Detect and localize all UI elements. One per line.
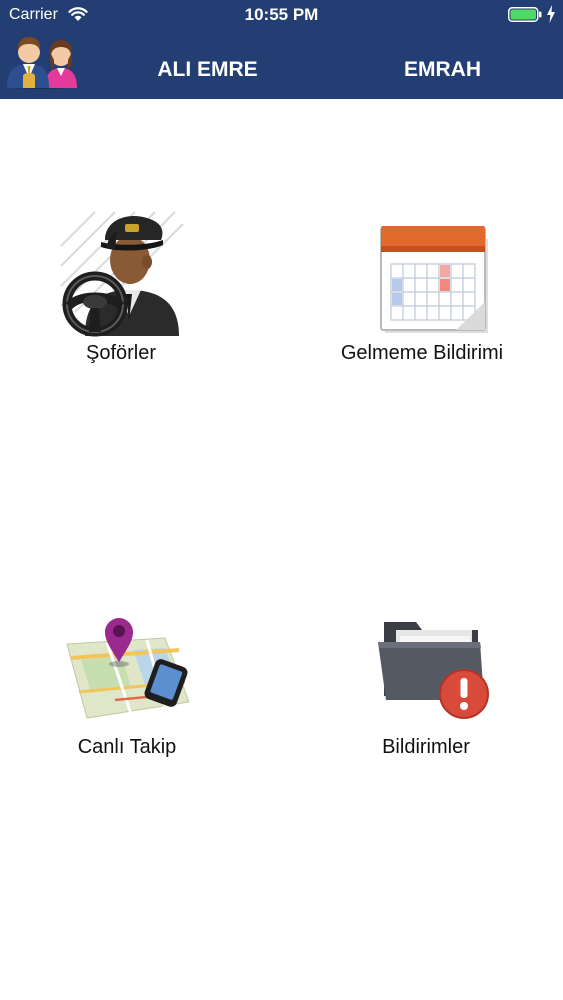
charging-bolt-icon [547, 5, 555, 23]
app-header: Carrier 10:55 PM ALI EMRE EMRAH [0, 0, 563, 99]
menu-item-label: Şoförler [85, 342, 157, 364]
tab-emrah[interactable]: EMRAH [360, 58, 525, 82]
calendar-icon [380, 226, 488, 333]
folder-alert-icon [378, 622, 489, 719]
driver-icon [60, 211, 184, 337]
menu-item-soforler[interactable]: Şoförler [0, 206, 246, 365]
status-time: 10:55 PM [244, 5, 319, 24]
map-tracking-icon [66, 618, 190, 719]
battery-icon [508, 7, 542, 22]
tab-ali-emre[interactable]: ALI EMRE [125, 58, 290, 82]
menu-item-bildirimler[interactable]: Bildirimler [301, 600, 551, 759]
users-avatar-icon[interactable] [5, 32, 77, 90]
menu-item-label: Gelmeme Bildirimi [340, 342, 504, 364]
menu-item-gelmeme-bildirimi[interactable]: Gelmeme Bildirimi [297, 206, 547, 365]
menu-item-canli-takip[interactable]: Canlı Takip [2, 600, 252, 759]
status-bar: Carrier 10:55 PM [0, 0, 563, 30]
menu-item-label: Canlı Takip [77, 736, 177, 758]
menu-item-label: Bildirimler [382, 736, 470, 758]
